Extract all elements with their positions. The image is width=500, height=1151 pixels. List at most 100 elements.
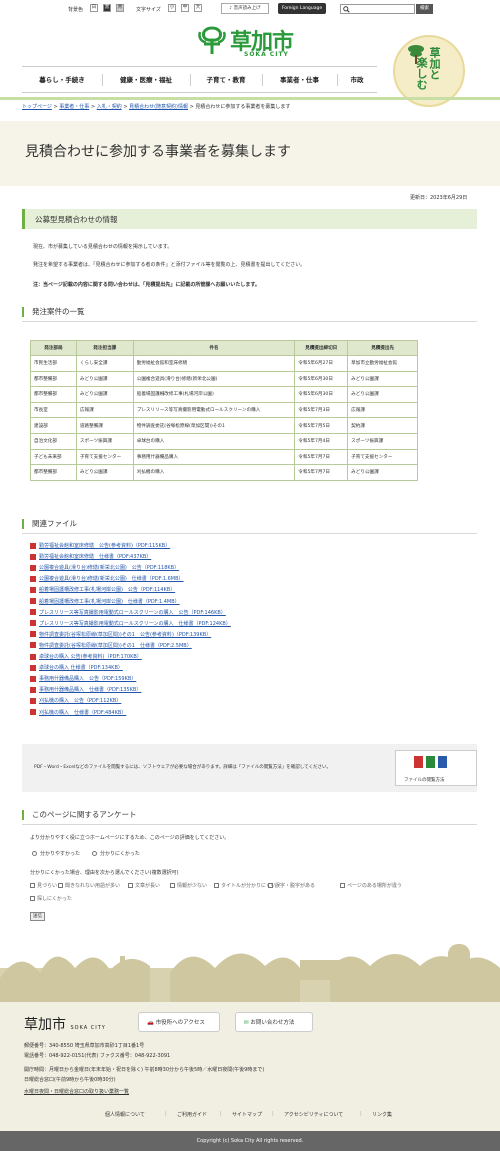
search-input[interactable] — [340, 4, 415, 14]
search-button[interactable]: 検索 — [416, 4, 433, 14]
nav-health[interactable]: 健康・医療・福祉 — [102, 67, 190, 93]
footer-link-sitemap[interactable]: サイトマップ — [232, 1111, 262, 1118]
footer-logo[interactable]: 草加市 SOKA CITY — [24, 1014, 106, 1034]
breadcrumb-quotation[interactable]: 見積合わせ(随意契約)情報 — [129, 104, 188, 110]
footer-hours: 開庁時間：月曜日から金曜日(年末年始・祝日を除く) 午前8時30分から午後5時／… — [24, 1067, 265, 1073]
option-label: 誤字・脱字がある — [275, 883, 316, 889]
table-cell: 令和5年7月5日 — [294, 417, 349, 434]
table-cell: 都市整備部 — [30, 386, 77, 403]
table-cell: 都市整備部 — [30, 464, 77, 481]
breadcrumb-business[interactable]: 事業者・仕事 — [59, 104, 89, 110]
speaker-icon: ♪ — [229, 6, 233, 11]
file-link[interactable]: 事務用什器備品購入 仕様書（PDF:135KB） — [30, 686, 141, 697]
size-medium-button[interactable]: 中 — [181, 4, 189, 12]
file-link[interactable]: 事務用什器備品購入 公告（PDF:159KB） — [30, 675, 136, 686]
file-link[interactable]: 物件調査委託(谷塚松原線(草加区間))その1 公告(参考資料)（PDF:139K… — [30, 631, 211, 642]
table-cell: みどり公園課 — [75, 370, 134, 388]
file-link[interactable]: 公園複合遊具(滑り台)修繕(新栄北公園) 公告（PDF:118KB） — [30, 564, 179, 575]
file-link[interactable]: プレスリリース等写真撮影用電動式ロールスクリーンの購入 公告（PDF:146KB… — [30, 609, 226, 620]
footer-logo-jp: 草加市 — [24, 1017, 66, 1033]
survey-q1-option-easy[interactable]: 分かりやすかった — [32, 850, 80, 857]
breadcrumb-bidding[interactable]: 入札・契約 — [97, 104, 122, 110]
checkbox-icon — [30, 896, 35, 901]
table-cell: 道路整備課 — [75, 417, 134, 434]
site-logo[interactable]: 草加市 SOKA CITY — [196, 24, 304, 64]
file-link-label: 勤労福祉会館和室床修繕 仕様書（PDF:437KB） — [39, 554, 152, 561]
table-row: 都市整備部 みどり公園課 船着場固護柵改修工事(札場河岸公園) 令和5年6月30日 みど… — [30, 386, 418, 403]
survey-q2-option[interactable]: 情報が少ない — [170, 882, 207, 889]
size-small-button[interactable]: 小 — [168, 4, 176, 12]
nav-city-admin[interactable]: 市政 — [337, 67, 377, 93]
pdf-icon — [30, 553, 36, 560]
nav-business[interactable]: 事業者・仕事 — [262, 67, 337, 93]
table-row: 子ども未来部 子育て支援センター 事務用什器備品購入 令和5年7月7日 子育て支援センタ… — [30, 448, 418, 466]
bg-white-button[interactable]: 白 — [90, 4, 98, 12]
bg-black-button[interactable]: 黒 — [103, 4, 111, 12]
file-link[interactable]: 船着場固護柵改修工事(札場河岸公園) 仕様書（PDF:1.4MB） — [30, 598, 180, 609]
file-link[interactable]: 刈払機の購入 仕様書（PDF:484KB） — [30, 709, 126, 720]
footer-link-privacy[interactable]: 個人情報について — [105, 1111, 145, 1118]
survey-q2-option[interactable]: 聞きなれない用語が多い — [58, 882, 120, 889]
pdf-icon — [30, 609, 36, 616]
file-link[interactable]: 卓球台の購入 仕様書（PDF:134KB） — [30, 664, 123, 675]
car-icon: 🚗 — [147, 1020, 154, 1026]
footer-link-links[interactable]: リンク集 — [372, 1111, 392, 1118]
footer-link-guide[interactable]: ご利用ガイド — [177, 1111, 207, 1118]
footer-access-button[interactable]: 🚗 市役所へのアクセス — [138, 1012, 220, 1032]
table-cell: 建設部 — [30, 417, 77, 434]
survey-q2-option[interactable]: 探しにくかった — [30, 895, 72, 902]
section-heading-info: 公募型見積合わせの情報 — [22, 209, 477, 229]
file-link[interactable]: 卓球台の購入 公告(参考資料)（PDF:170KB） — [30, 653, 142, 664]
pdf-icon — [30, 686, 36, 693]
nav-education[interactable]: 子育て・教育 — [190, 67, 262, 93]
logo-text-en: SOKA CITY — [244, 51, 289, 58]
search-icon — [343, 6, 350, 13]
survey-q2-option[interactable]: 見づらい — [30, 882, 57, 889]
bg-blue-button[interactable]: 青 — [116, 4, 124, 12]
city-emblem-icon — [198, 26, 226, 54]
option-label: 分かりにくかった — [100, 851, 140, 857]
table-cell: 事務用什器備品購入 — [132, 448, 296, 466]
table-cell: 広報課 — [347, 401, 418, 419]
radio-icon — [92, 851, 97, 856]
file-link[interactable]: 勤労福祉会館和室床修繕 公告(参考資料)（PDF:115KB） — [30, 542, 170, 553]
file-link[interactable]: 公園複合遊具(滑り台)修繕(新栄北公園) 仕様書（PDF:1.6MB） — [30, 575, 184, 586]
footer-hours-link[interactable]: 水曜日夜間・日曜総合窓口の取り扱い業務一覧 — [24, 1088, 129, 1095]
checkbox-icon — [340, 883, 345, 888]
file-viewing-guide-button[interactable]: ファイルの閲覧方法 — [395, 750, 477, 786]
survey-q1-option-hard[interactable]: 分かりにくかった — [92, 850, 140, 857]
survey-q2-option[interactable]: 誤字・脱字がある — [268, 882, 315, 889]
survey-send-button[interactable]: 送信 — [30, 912, 45, 921]
footer-hours-sunday: 日曜総合窓口(午前9時から午後0時30分) — [24, 1077, 116, 1083]
survey-q2-option[interactable]: 文章が長い — [128, 882, 160, 889]
survey-q2-option[interactable]: ページのある場所が違う — [340, 882, 402, 889]
table-row: 市長室 広報課 プレスリリース等写真撮影用電動式ロールスクリーンの購入 令和5年7月3… — [30, 401, 418, 419]
table-cell: 令和5年7月4日 — [294, 432, 349, 450]
footer-link-accessibility[interactable]: アクセシビリティについて — [284, 1111, 343, 1118]
text-size-label: 文字サイズ — [136, 7, 161, 13]
table-cell: 都市整備部 — [30, 370, 77, 388]
checkbox-icon — [30, 883, 35, 888]
checkbox-icon — [214, 883, 219, 888]
foreign-language-button[interactable]: Foreign Language — [278, 3, 326, 14]
bg-color-label: 背景色 — [68, 7, 84, 13]
checkbox-icon — [170, 883, 175, 888]
footer-contact-button[interactable]: ✉ お問い合わせ方法 — [235, 1012, 313, 1032]
breadcrumb-top[interactable]: トップページ — [22, 104, 52, 110]
file-link[interactable]: 船着場固護柵改修工事(札場河岸公園) 公告（PDF:114KB） — [30, 586, 175, 597]
survey-q2: 分かりにくかった場合、理由を次から選んでください(複数選択可) — [30, 870, 179, 876]
nav-living[interactable]: 暮らし・手続き — [22, 67, 102, 93]
col-header: 発注部局 — [30, 340, 77, 356]
survey-q2-option[interactable]: タイトルが分かりにくい — [214, 882, 276, 889]
file-link-label: 物件調査委託(谷塚松原線(草加区間))その1 公告(参考資料)（PDF:139K… — [39, 631, 212, 638]
emblem-text-2: 楽しむ — [415, 57, 428, 90]
voice-reader-button[interactable]: ♪ 音声読み上げ — [221, 3, 269, 14]
file-link[interactable]: プレスリリース等写真撮影用電動式ロールスクリーンの購入 仕様書（PDF:124K… — [30, 620, 231, 631]
breadcrumb: トップページ > 事業者・仕事 > 入札・契約 > 見積合わせ(随意契約)情報 … — [0, 97, 500, 111]
file-link-label: 事務用什器備品購入 公告（PDF:159KB） — [39, 676, 137, 683]
file-link[interactable]: 物件調査委託(谷塚松原線(草加区間))その1 仕様書（PDF:2.5MB） — [30, 642, 192, 653]
file-link[interactable]: 勤労福祉会館和室床修繕 仕様書（PDF:437KB） — [30, 553, 151, 564]
size-large-button[interactable]: 大 — [194, 4, 202, 12]
mail-icon: ✉ — [244, 1020, 249, 1026]
file-link[interactable]: 刈払機の購入 公告（PDF:112KB） — [30, 697, 121, 708]
